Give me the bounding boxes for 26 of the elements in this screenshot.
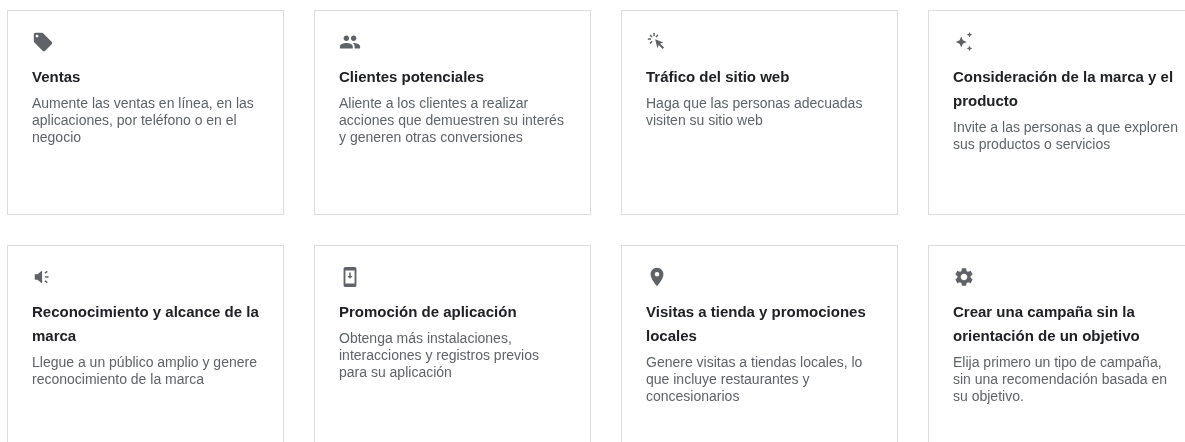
card-title: Crear una campaña sin la orientación de un objetivo bbox=[953, 302, 1141, 346]
card-description: Invite a las personas a que exploren sus productos o servicios bbox=[953, 119, 1179, 153]
tag-icon bbox=[32, 31, 54, 53]
goal-card[interactable]: Promoción de aplicación Obtenga más instalaciones, interacciones y registros previos para su aplicación bbox=[314, 245, 591, 442]
card-description: Llegue a un público amplio y genere reconocimiento de la marca bbox=[32, 354, 258, 388]
card-title: Tráfico del sitio web bbox=[646, 67, 791, 87]
card-description: Aumente las ventas en línea, en las aplicaciones, por teléfono o en el negocio bbox=[32, 95, 255, 146]
settings-icon bbox=[953, 266, 975, 288]
goal-card[interactable]: Crear una campaña sin la orientación de un objetivo Elija primero un tipo de campaña, sin una recomendación basada en su objetivo. bbox=[928, 245, 1185, 442]
card-title: Consideración de la marca y el producto bbox=[953, 67, 1175, 111]
goal-card[interactable]: Ventas Aumente las ventas en línea, en las aplicaciones, por teléfono o en el negocio bbox=[7, 10, 284, 215]
card-description: Elija primero un tipo de campaña, sin una recomendación basada en su objetivo. bbox=[953, 354, 1169, 405]
goal-card[interactable]: Tráfico del sitio web Haga que las personas adecuadas visiten su sitio web bbox=[621, 10, 898, 215]
card-description: Obtenga más instalaciones, interacciones y registros previos para su aplicación bbox=[339, 330, 540, 381]
card-title: Promoción de aplicación bbox=[339, 302, 518, 322]
card-title: Visitas a tienda y promociones locales bbox=[646, 302, 867, 346]
card-title: Ventas bbox=[32, 67, 82, 87]
card-description: Genere visitas a tiendas locales, lo que incluye restaurantes y concesionarios bbox=[646, 354, 864, 405]
card-title: Reconocimiento y alcance de la marca bbox=[32, 302, 259, 346]
card-description: Aliente a los clientes a realizar acciones que demuestren su interés y generen otras conversiones bbox=[339, 95, 565, 146]
goal-card[interactable]: Reconocimiento y alcance de la marca Llegue a un público amplio y genere reconocimiento de la marca bbox=[7, 245, 284, 442]
goal-card[interactable]: Visitas a tienda y promociones locales Genere visitas a tiendas locales, lo que incluye restaurantes y concesionarios bbox=[621, 245, 898, 442]
card-title: Clientes potenciales bbox=[339, 67, 486, 87]
card-description: Haga que las personas adecuadas visiten su sitio web bbox=[646, 95, 864, 129]
goal-card[interactable]: Clientes potenciales Aliente a los clientes a realizar acciones que demuestren su interés y generen otras conversiones bbox=[314, 10, 591, 215]
goal-card[interactable]: Consideración de la marca y el producto Invite a las personas a que exploren sus productos o servicios bbox=[928, 10, 1185, 215]
